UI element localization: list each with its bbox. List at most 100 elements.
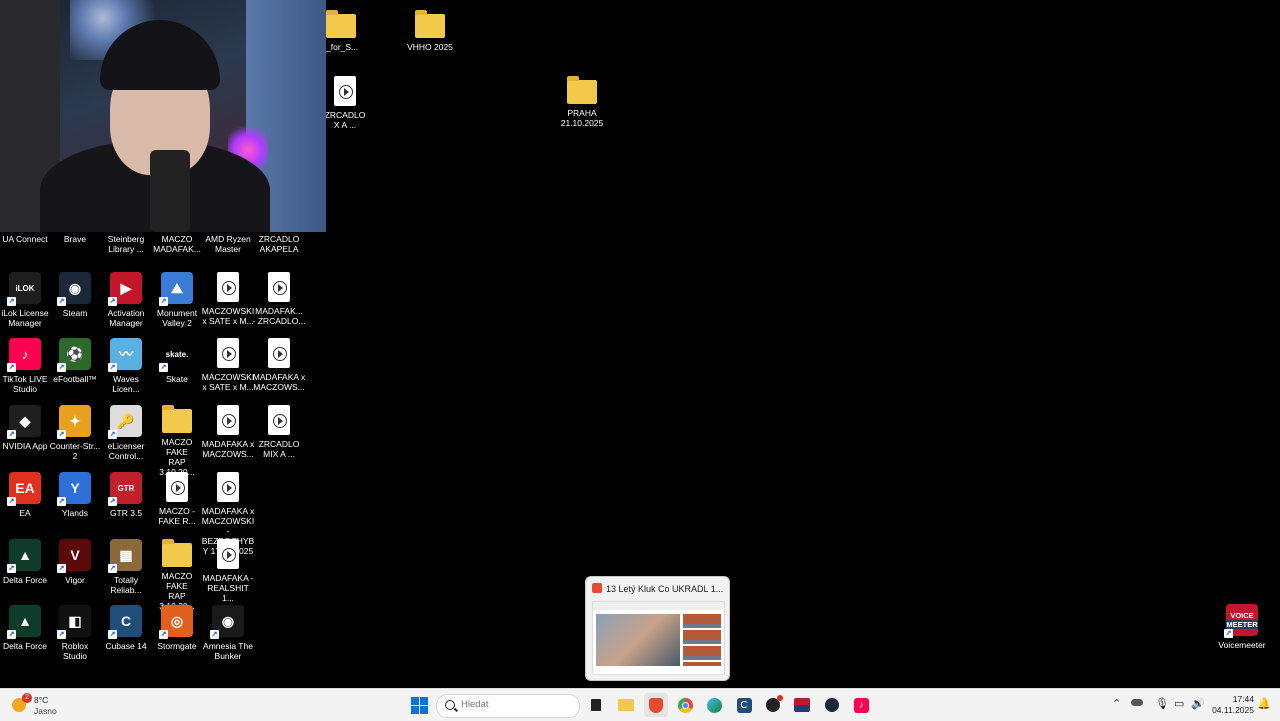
- shortcut-arrow-icon: ↗: [7, 564, 16, 573]
- cloud-icon[interactable]: [1131, 699, 1143, 706]
- system-clock[interactable]: 17:44 04.11.2025: [1206, 694, 1254, 716]
- desktop-icon[interactable]: ▲ ↗ Delta Force: [0, 539, 52, 585]
- chrome-icon: [677, 697, 693, 713]
- desktop-icon[interactable]: iLOK ↗ iLok License Manager: [0, 272, 52, 328]
- app-glyph: ▲: [18, 547, 32, 563]
- desktop-icon[interactable]: ZRCADLO MIX A ...: [252, 405, 306, 459]
- icon-label: Monument Valley 2: [156, 308, 198, 328]
- app-icon: ◆ ↗: [7, 405, 41, 439]
- desktop-icon[interactable]: MADAFAK... - ZRCADLO...: [252, 272, 306, 326]
- desktop-icon[interactable]: ◧ ↗ Roblox Studio: [48, 605, 102, 661]
- desktop-icon[interactable]: 🔑 ↗ eLicenser Control...: [99, 405, 153, 461]
- browser-bar: [593, 602, 724, 610]
- microphone-icon[interactable]: 🎙: [1155, 697, 1169, 710]
- edge-taskbar-button[interactable]: [702, 693, 726, 717]
- app-glyph: ♪: [21, 346, 29, 362]
- app-icon: ◎ ↗: [159, 605, 193, 639]
- taskbar-window-preview[interactable]: 13 Letý Kluk Co UKRADL 1...: [585, 576, 730, 681]
- shortcut-arrow-icon: ↗: [108, 630, 117, 639]
- desktop-icon[interactable]: MACZOWSKI x SATE x M...: [201, 272, 255, 326]
- desktop-icon[interactable]: ⚽ ↗ eFootball™: [48, 338, 102, 384]
- icon-label: AMD Ryzen Master: [205, 234, 251, 254]
- icon-label: PRAHA 21.10.2025: [560, 108, 604, 128]
- brave-taskbar-button[interactable]: [644, 693, 668, 717]
- brave-icon: [592, 583, 602, 593]
- icon-label: Steinberg Library ...: [107, 234, 145, 254]
- search-icon: [445, 700, 455, 710]
- app-glyph: iLOK: [15, 283, 35, 293]
- desktop-icon[interactable]: C ↗ Cubase 14: [99, 605, 153, 651]
- search-input[interactable]: [459, 698, 573, 711]
- obs-taskbar-button[interactable]: [761, 693, 785, 717]
- voicemeeter-taskbar-button[interactable]: [790, 693, 814, 717]
- desktop-icon[interactable]: 〰 ↗ Waves Licen...: [99, 338, 153, 394]
- desktop-icon[interactable]: MACZO FAKE RAP 3.10.20...: [150, 405, 204, 477]
- media-file-icon: [217, 272, 239, 302]
- start-button[interactable]: [407, 693, 431, 717]
- microphone: [150, 150, 190, 232]
- file-explorer-button[interactable]: [614, 693, 638, 717]
- steam-icon: [825, 698, 839, 712]
- search-box[interactable]: [436, 694, 580, 718]
- desktop-file-zrcadlo-x-a[interactable]: ZRCADLO X A ...: [318, 76, 372, 130]
- desktop-icon[interactable]: ◉ ↗ Amnesia The Bunker: [201, 605, 255, 661]
- voicemeeter-logo-bottom: MEETER: [1226, 620, 1258, 629]
- app-icon: ▲ ↗: [7, 539, 41, 573]
- desktop-icon[interactable]: GTR ↗ GTR 3.5: [99, 472, 153, 518]
- app-icon: ◉ ↗: [210, 605, 244, 639]
- shortcut-arrow-icon: ↗: [7, 430, 16, 439]
- desktop-icon[interactable]: ♪ ↗ TikTok LIVE Studio: [0, 338, 52, 394]
- desktop-icon[interactable]: ✦ ↗ Counter-Str... 2: [48, 405, 102, 461]
- chrome-taskbar-button[interactable]: [673, 693, 697, 717]
- notification-bell-icon[interactable]: 🔔: [1257, 697, 1271, 710]
- icon-label: MADAFAKA x MACZOWS...: [252, 372, 306, 392]
- shortcut-arrow-icon: ↗: [57, 297, 66, 306]
- desktop-icon[interactable]: ◆ ↗ NVIDIA App: [0, 405, 52, 451]
- desktop-icon[interactable]: skate. ↗ Skate: [150, 338, 204, 384]
- desktop-icon[interactable]: Y ↗ Ylands: [48, 472, 102, 518]
- icon-label: GTR 3.5: [109, 508, 143, 518]
- icon-label: Delta Force: [3, 641, 47, 651]
- desktop-icon[interactable]: MADAFAKA x MACZOWS...: [252, 338, 306, 392]
- app-glyph: ✦: [69, 412, 81, 429]
- desktop-icon[interactable]: MACZO - FAKE R...: [150, 472, 204, 526]
- icon-label: Amnesia The Bunker: [203, 641, 253, 661]
- desktop-icon[interactable]: EA ↗ EA: [0, 472, 52, 518]
- desktop-app-voicemeeter[interactable]: VOICE MEETER ↗ Voicemeeter: [1214, 604, 1270, 650]
- desktop-icon[interactable]: ▲ ↗ Delta Force: [0, 605, 52, 651]
- app-glyph: ⛰: [171, 279, 183, 296]
- desktop-icon[interactable]: MADAFAKA x MACZOWS...: [201, 405, 255, 459]
- tiktok-taskbar-button[interactable]: ♪: [849, 693, 873, 717]
- desktop-icon[interactable]: ◉ ↗ Steam: [48, 272, 102, 318]
- shortcut-arrow-icon: ↗: [7, 363, 16, 372]
- desktop-icon[interactable]: ▦ ↗ Totally Reliab...: [99, 539, 153, 595]
- icon-label: MADAFAK... - ZRCADLO...: [252, 306, 306, 326]
- icon-label: Voicemeeter: [1218, 640, 1266, 650]
- desktop-icon[interactable]: MACZO FAKE RAP 3.10.20...: [150, 539, 204, 611]
- app-glyph: EA: [15, 480, 35, 496]
- edge-icon: [706, 697, 722, 713]
- desktop-folder-praha[interactable]: PRAHA 21.10.2025: [555, 76, 609, 128]
- task-view-button[interactable]: [584, 693, 608, 717]
- desktop-folder-vhho-2025[interactable]: VHHO 2025: [403, 10, 457, 52]
- icon-label: Skate: [166, 374, 188, 384]
- steam-taskbar-button[interactable]: [820, 693, 844, 717]
- desktop-icon[interactable]: ◎ ↗ Stormgate: [150, 605, 204, 651]
- desktop-icon[interactable]: ⛰ ↗ Monument Valley 2: [150, 272, 204, 328]
- cubase-taskbar-button[interactable]: C: [732, 693, 756, 717]
- app-icon: ◉ ↗: [57, 272, 91, 306]
- icon-label: MACZOWSKI x SATE x M...: [201, 372, 255, 392]
- desktop-icon[interactable]: MADAFAKA - REALSHIT 1...: [201, 539, 255, 603]
- shortcut-arrow-icon: ↗: [159, 630, 168, 639]
- volume-icon[interactable]: 🔊: [1191, 697, 1205, 710]
- shortcut-arrow-icon: ↗: [7, 297, 16, 306]
- network-icon[interactable]: ▭: [1174, 697, 1184, 710]
- icon-label: Activation Manager: [107, 308, 145, 328]
- desktop-icon[interactable]: ▶ ↗ Activation Manager: [99, 272, 153, 328]
- app-glyph: ⚽: [66, 345, 84, 362]
- chevron-up-icon[interactable]: ⌃: [1112, 697, 1121, 710]
- desktop-icon[interactable]: MACZOWSKI x SATE x M...: [201, 338, 255, 392]
- desktop-folder-for-s[interactable]: _for_S...: [326, 10, 380, 52]
- shortcut-arrow-icon: ↗: [57, 497, 66, 506]
- desktop-icon[interactable]: V ↗ Vigor: [48, 539, 102, 585]
